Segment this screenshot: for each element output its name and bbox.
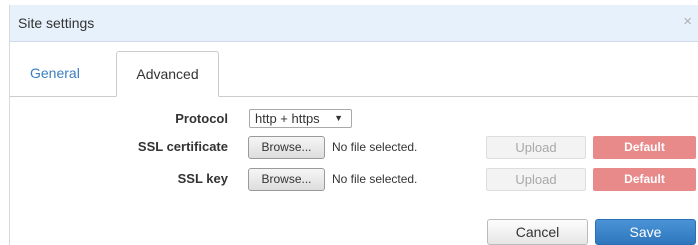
ssl-key-file-status: No file selected.: [332, 172, 418, 186]
protocol-row: Protocol http + https ▼: [10, 108, 698, 132]
ssl-key-default-button[interactable]: Default: [593, 168, 696, 191]
dialog-titlebar: Site settings ×: [10, 5, 698, 42]
ssl-certificate-upload-button[interactable]: Upload: [486, 136, 586, 159]
save-button[interactable]: Save: [595, 219, 696, 245]
site-settings-dialog: Site settings × General Advanced Protoco…: [9, 5, 698, 245]
ssl-key-label: SSL key: [177, 171, 228, 186]
protocol-select-value: http + https: [255, 111, 320, 126]
dialog-title: Site settings: [18, 15, 95, 31]
tab-bar: General Advanced: [10, 51, 698, 97]
ssl-certificate-browse-button[interactable]: Browse...: [248, 136, 325, 159]
protocol-label: Protocol: [175, 111, 228, 126]
ssl-key-row: SSL key Browse... No file selected. Uplo…: [10, 168, 698, 192]
ssl-certificate-label: SSL certificate: [137, 139, 228, 154]
ssl-certificate-default-button[interactable]: Default: [593, 136, 696, 159]
ssl-key-browse-button[interactable]: Browse...: [248, 168, 325, 191]
tab-advanced[interactable]: Advanced: [116, 51, 219, 97]
ssl-certificate-file-status: No file selected.: [332, 140, 418, 154]
cancel-button[interactable]: Cancel: [487, 219, 588, 245]
tab-general[interactable]: General: [30, 51, 110, 96]
chevron-down-icon: ▼: [334, 113, 343, 123]
close-icon[interactable]: ×: [683, 14, 692, 29]
ssl-certificate-row: SSL certificate Browse... No file select…: [10, 136, 698, 160]
protocol-select[interactable]: http + https ▼: [249, 109, 352, 128]
ssl-key-upload-button[interactable]: Upload: [486, 168, 586, 191]
